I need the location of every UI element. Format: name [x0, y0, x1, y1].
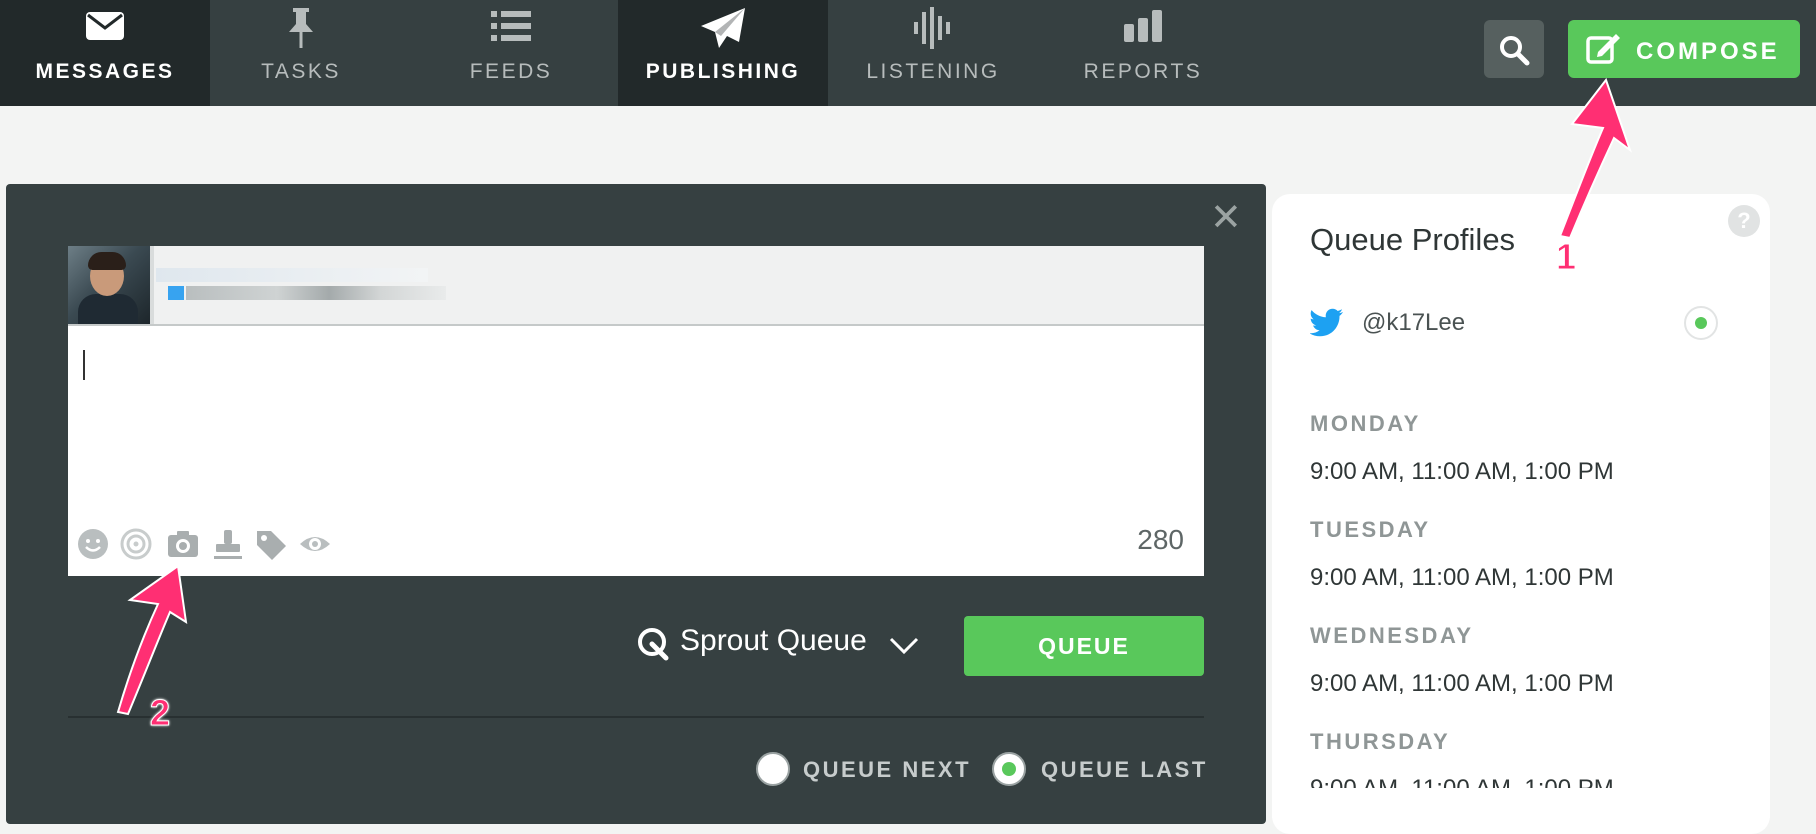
annotation-arrows	[116, 77, 1632, 716]
annotation-step-1: 1	[1555, 236, 1577, 278]
arrow-to-compose	[1558, 77, 1632, 240]
annotation-step-2: 2	[149, 692, 171, 734]
